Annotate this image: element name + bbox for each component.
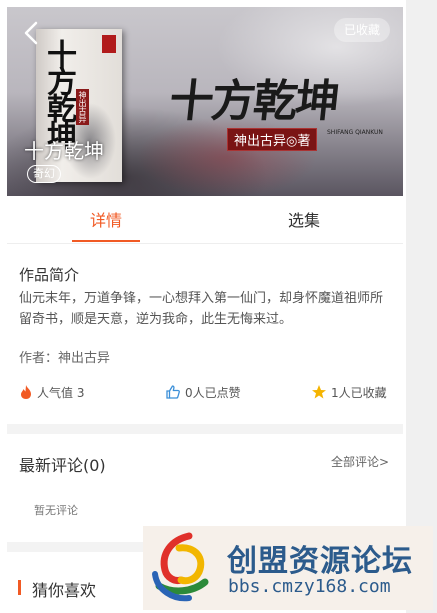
cover-subtitle: 神出古异	[76, 89, 89, 125]
star-icon	[312, 385, 326, 399]
genre-tag[interactable]: 奇幻	[27, 165, 61, 183]
book-banner: 十方乾坤 神出古异 十方乾坤 神出古异◎著 SHIFANG QIANKUN 已收…	[7, 7, 403, 196]
tab-bar: 详情 选集	[7, 199, 403, 244]
active-tab-indicator	[72, 240, 140, 242]
forum-watermark: 创盟资源论坛 bbs.cmzy168.com	[143, 526, 433, 610]
stats-row: 人气值 3 0人已点赞 1人已收藏	[7, 380, 403, 404]
back-chevron-icon	[24, 21, 38, 45]
forum-logo-icon	[152, 532, 209, 602]
favorite-stat[interactable]: 1人已收藏	[311, 380, 387, 404]
tab-episodes[interactable]: 选集	[205, 199, 403, 243]
section-accent-bar	[18, 580, 21, 595]
intro-heading: 作品简介	[19, 266, 80, 284]
back-button[interactable]	[21, 19, 43, 47]
author-stamp: 神出古异◎著	[227, 128, 318, 151]
flame-icon	[21, 385, 31, 399]
no-comments-text: 暂无评论	[34, 504, 78, 517]
book-name: 十方乾坤	[24, 139, 104, 163]
book-detail-page: 十方乾坤 神出古异 十方乾坤 神出古异◎著 SHIFANG QIANKUN 已收…	[0, 0, 406, 613]
cover-title: 十方乾坤	[41, 39, 76, 147]
calligraphy-title: 十方乾坤	[166, 76, 341, 127]
watermark-url: bbs.cmzy168.com	[228, 576, 391, 597]
recommendations-heading: 猜你喜欢	[32, 581, 97, 600]
comments-heading: 最新评论(0)	[19, 456, 106, 475]
collected-button[interactable]: 已收藏	[333, 18, 390, 42]
cover-seal	[102, 35, 116, 53]
section-divider	[7, 424, 403, 434]
like-stat[interactable]: 0人已点赞	[165, 380, 241, 404]
watermark-title: 创盟资源论坛	[227, 544, 413, 579]
popularity-value: 人气值 3	[37, 385, 85, 400]
favorite-count: 1人已收藏	[331, 385, 387, 400]
author-line: 作者：神出古异	[19, 351, 111, 366]
like-count: 0人已点赞	[185, 385, 241, 400]
window-edge	[406, 0, 437, 613]
tab-details[interactable]: 详情	[7, 199, 205, 243]
thumbs-up-icon	[166, 385, 180, 399]
intro-text: 仙元末年，万道争锋，一心想拜入第一仙门，却身怀魔道祖师所留奇书，顺是天意，逆为我…	[19, 291, 384, 327]
all-comments-link[interactable]: 全部评论>	[331, 453, 389, 470]
pinyin-title: SHIFANG QIANKUN	[327, 129, 383, 136]
popularity-stat: 人气值 3	[19, 380, 84, 404]
